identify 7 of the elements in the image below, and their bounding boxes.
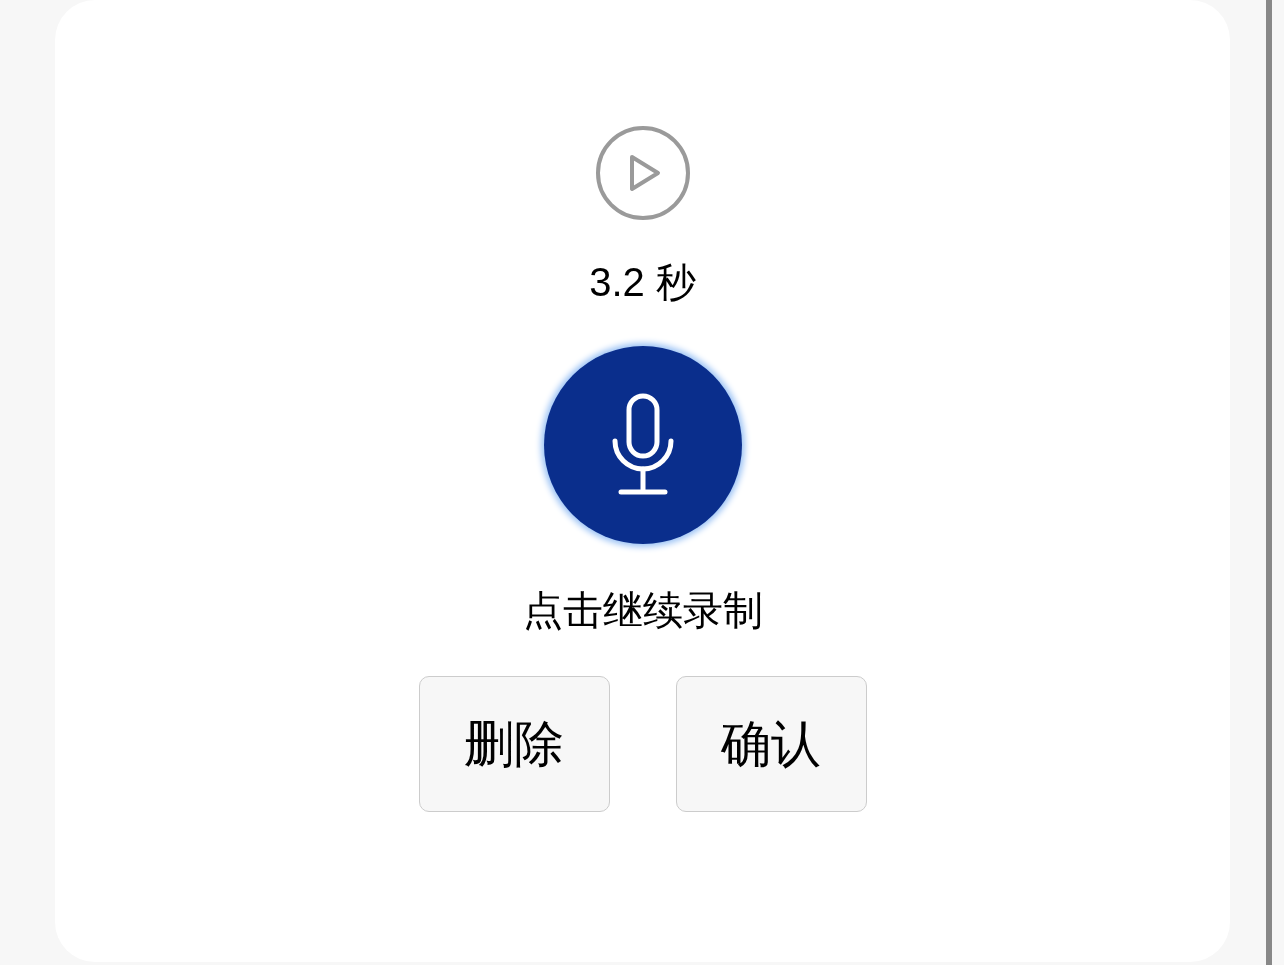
microphone-icon bbox=[610, 393, 675, 497]
hint-text: 点击继续录制 bbox=[522, 587, 763, 634]
action-button[interactable]: 确认 bbox=[675, 676, 867, 812]
action-button[interactable]: 删除 bbox=[418, 676, 610, 812]
play-icon[interactable] bbox=[593, 124, 692, 222]
duration-text: 3.2 秒 bbox=[589, 259, 696, 306]
scrollbar[interactable] bbox=[1266, 0, 1272, 965]
